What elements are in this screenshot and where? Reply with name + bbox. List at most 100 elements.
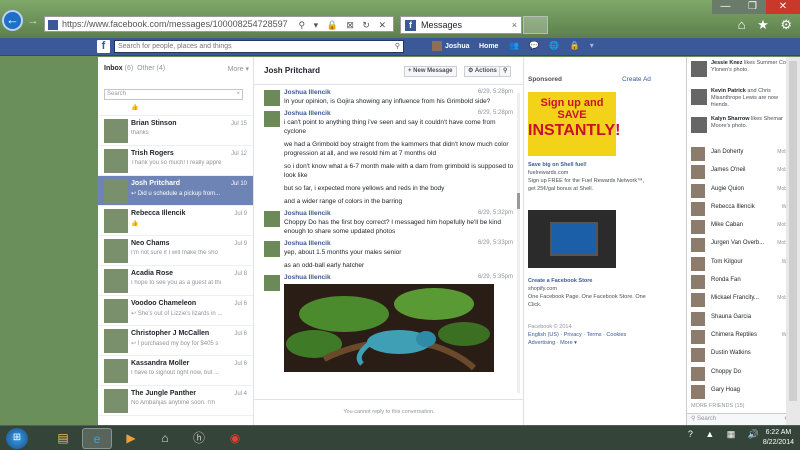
address-bar[interactable]: https://www.facebook.com/messages/100008… xyxy=(44,16,394,32)
search-conversation-button[interactable]: ⚲ xyxy=(499,66,512,77)
chameleon-photo[interactable] xyxy=(284,284,494,372)
ticker-name[interactable]: Kalyn Sharrow xyxy=(711,116,750,122)
buddy-item[interactable]: Jurgen Van Overb... Mobile xyxy=(687,235,800,253)
footer-links-more[interactable]: Advertising · More ▾ xyxy=(528,340,577,346)
other-folder-link[interactable]: Other (4) xyxy=(137,65,165,72)
close-window-button[interactable]: ✕ xyxy=(766,0,800,14)
thread-item[interactable]: Rebecca Illencik 👍 Jul 9 xyxy=(98,206,253,236)
address-bar-icons[interactable]: ⚲ ▾ 🔒 ⊠ ↻ ✕ xyxy=(299,18,389,32)
chrome-icon[interactable]: ◉ xyxy=(220,428,250,449)
home-favorites-settings-icons[interactable]: ⌂ ★ ⚙ xyxy=(738,17,796,33)
scrollbar-thumb[interactable] xyxy=(517,193,520,209)
buddy-item[interactable]: James O'neil Mobile xyxy=(687,162,800,180)
buddy-item[interactable]: Ronda Fan7h xyxy=(687,272,800,290)
shopify-ad-text[interactable]: Create a Facebook Store shopify.com One … xyxy=(528,277,648,309)
search-icon[interactable]: ⚲ xyxy=(395,41,400,52)
avatar[interactable] xyxy=(264,241,280,257)
home-icon[interactable]: ⌂ xyxy=(150,428,180,449)
footer-links[interactable]: English (US) · Privacy · Terms · Cookies xyxy=(528,332,626,338)
buddy-item[interactable]: Rebecca IllencikWeb xyxy=(687,199,800,217)
buddy-item[interactable]: Mike Caban Mobile xyxy=(687,217,800,235)
thread-item[interactable]: Acadia Rose I hope to see you as a guest … xyxy=(98,266,253,296)
tab-messages[interactable]: f Messages × xyxy=(400,16,522,34)
shell-ad-text[interactable]: Save big on Shell fuel! fuelrewards.com … xyxy=(528,161,648,193)
message-text: but so far, i expected more yellows and … xyxy=(284,185,445,192)
buddy-name: Augie Quion xyxy=(711,185,745,192)
buddy-item[interactable]: Augie Quion Mobile xyxy=(687,181,800,199)
buddy-item[interactable]: Chimera ReptilesWeb xyxy=(687,327,800,345)
conversation-scrollbar[interactable] xyxy=(517,93,520,393)
thread-item[interactable]: Christopher J McCallen ↩ I purchased my b… xyxy=(98,326,253,356)
message-list: Joshua Illencik 6/29, 5:28pm In your opini… xyxy=(254,89,523,372)
facebook-search-input[interactable]: Search for people, places and things ⚲ xyxy=(114,40,404,53)
media-player-icon[interactable]: ▶ xyxy=(116,428,146,449)
home-link[interactable]: Home xyxy=(479,41,498,52)
conversation-title[interactable]: Josh Pritchard xyxy=(264,66,320,75)
thread-snippet: I'm not sure if I will make the sho xyxy=(131,250,218,256)
shopify-ad-image[interactable] xyxy=(528,210,616,268)
file-explorer-icon[interactable]: ▤ xyxy=(48,428,78,449)
avatar[interactable] xyxy=(264,90,280,106)
ad-title[interactable]: Create a Facebook Store xyxy=(528,278,593,284)
more-friends-label[interactable]: MORE FRIENDS (15) xyxy=(687,403,800,409)
new-message-button[interactable]: + New Message xyxy=(404,66,457,77)
avatar xyxy=(691,147,705,161)
system-tray-icons[interactable]: ? ▲ ▦ 🔊 xyxy=(688,429,764,440)
thread-item[interactable]: Neo Chams I'm not sure if I will make the… xyxy=(98,236,253,266)
notification-icons[interactable]: 👥 💬 🌐 🔒 ▾ xyxy=(509,41,598,50)
conversation-header: Josh Pritchard + New Message ⚙ Actions ⚲ xyxy=(254,57,523,85)
buddy-item[interactable]: Mickael Francity... Mobile xyxy=(687,290,800,308)
buddy-item[interactable]: Shauna Garcia4h xyxy=(687,309,800,327)
buddy-item[interactable]: Tom KilgourWeb xyxy=(687,254,800,272)
scrollbar-thumb[interactable] xyxy=(789,61,797,401)
inbox-label[interactable]: Inbox xyxy=(104,65,123,72)
create-ad-link[interactable]: Create Ad xyxy=(622,76,651,83)
hp-icon[interactable]: ⓗ xyxy=(184,428,214,449)
thread-item[interactable]: Josh Pritchard ↩ Did u schedule a pickup … xyxy=(98,176,253,206)
buddy-item[interactable]: Choppy Do7h xyxy=(687,364,800,382)
buddy-item[interactable]: Jan Doherty Mobile xyxy=(687,144,800,162)
ad-title[interactable]: Save big on Shell fuel! xyxy=(528,162,587,168)
buddy-item[interactable]: Gary Hoag9h xyxy=(687,382,800,400)
shell-ad-image[interactable]: Sign up and SAVE INSTANTLY! xyxy=(528,92,620,156)
avatar[interactable] xyxy=(264,275,280,291)
avatar[interactable] xyxy=(264,111,280,127)
message-text: Choppy Do has the first boy correct? I m… xyxy=(284,219,501,235)
ticker-name[interactable]: Jessie Knez xyxy=(711,60,743,66)
thread-item[interactable]: Brian Stinson thanks Jul 15 xyxy=(98,116,253,146)
buddy-item[interactable]: Dustin Watkins xyxy=(687,345,800,363)
actions-button[interactable]: ⚙ Actions xyxy=(464,66,501,77)
thread-item[interactable]: Kassandra Moller I have to signout right … xyxy=(98,356,253,386)
back-button[interactable]: ← xyxy=(2,10,23,31)
ad-domain: fuelrewards.com xyxy=(528,170,569,176)
tab-close-icon[interactable]: × xyxy=(512,17,517,33)
thread-item[interactable]: Voodoo Chameleon ↩ She's out of Lizzie's … xyxy=(98,296,253,326)
message-time: 6/29, 5:32pm xyxy=(477,210,513,216)
new-tab-button[interactable] xyxy=(523,16,548,34)
facebook-favicon-icon: f xyxy=(405,20,416,31)
thread-item[interactable]: Michael Richards👍 xyxy=(98,104,253,116)
facebook-logo-icon[interactable]: f xyxy=(97,40,110,53)
inbox-search-input[interactable]: Search × xyxy=(104,89,243,100)
facebook-favicon-icon xyxy=(48,19,58,30)
thread-item[interactable]: Trish Rogers Thank you so much! I really … xyxy=(98,146,253,176)
avatar xyxy=(691,201,705,216)
thread-item[interactable]: The Jungle Panther No Ambanjas anytime so… xyxy=(98,386,253,416)
ticker-item[interactable]: Kalyn Sharrow likes Shemar Moore's photo… xyxy=(691,116,796,144)
page-scrollbar[interactable] xyxy=(786,57,800,425)
forward-button[interactable]: → xyxy=(26,14,40,28)
avatar[interactable] xyxy=(264,211,280,227)
more-dropdown[interactable]: More ▾ xyxy=(228,65,249,73)
ticker-name[interactable]: Kevin Patrick xyxy=(711,88,746,94)
ticker-item[interactable]: Kevin Patrick and Chris Misanthrope Lewi… xyxy=(691,88,796,116)
maximize-button[interactable]: ❐ xyxy=(739,0,766,14)
ticker-item[interactable]: Jessie Knez likes Summer Collins Ylonen'… xyxy=(691,60,796,88)
clock[interactable]: 6:22 AM 8/22/2014 xyxy=(763,428,794,448)
clear-icon[interactable]: × xyxy=(236,90,240,99)
start-button[interactable]: ⊞ xyxy=(6,428,28,449)
chat-search-input[interactable]: ⚲ Search ⚙ ▭ xyxy=(687,413,800,425)
avatar xyxy=(691,220,705,235)
minimize-button[interactable]: — xyxy=(712,0,739,14)
profile-link[interactable]: Joshua xyxy=(432,41,470,52)
internet-explorer-icon[interactable]: e xyxy=(82,428,112,449)
